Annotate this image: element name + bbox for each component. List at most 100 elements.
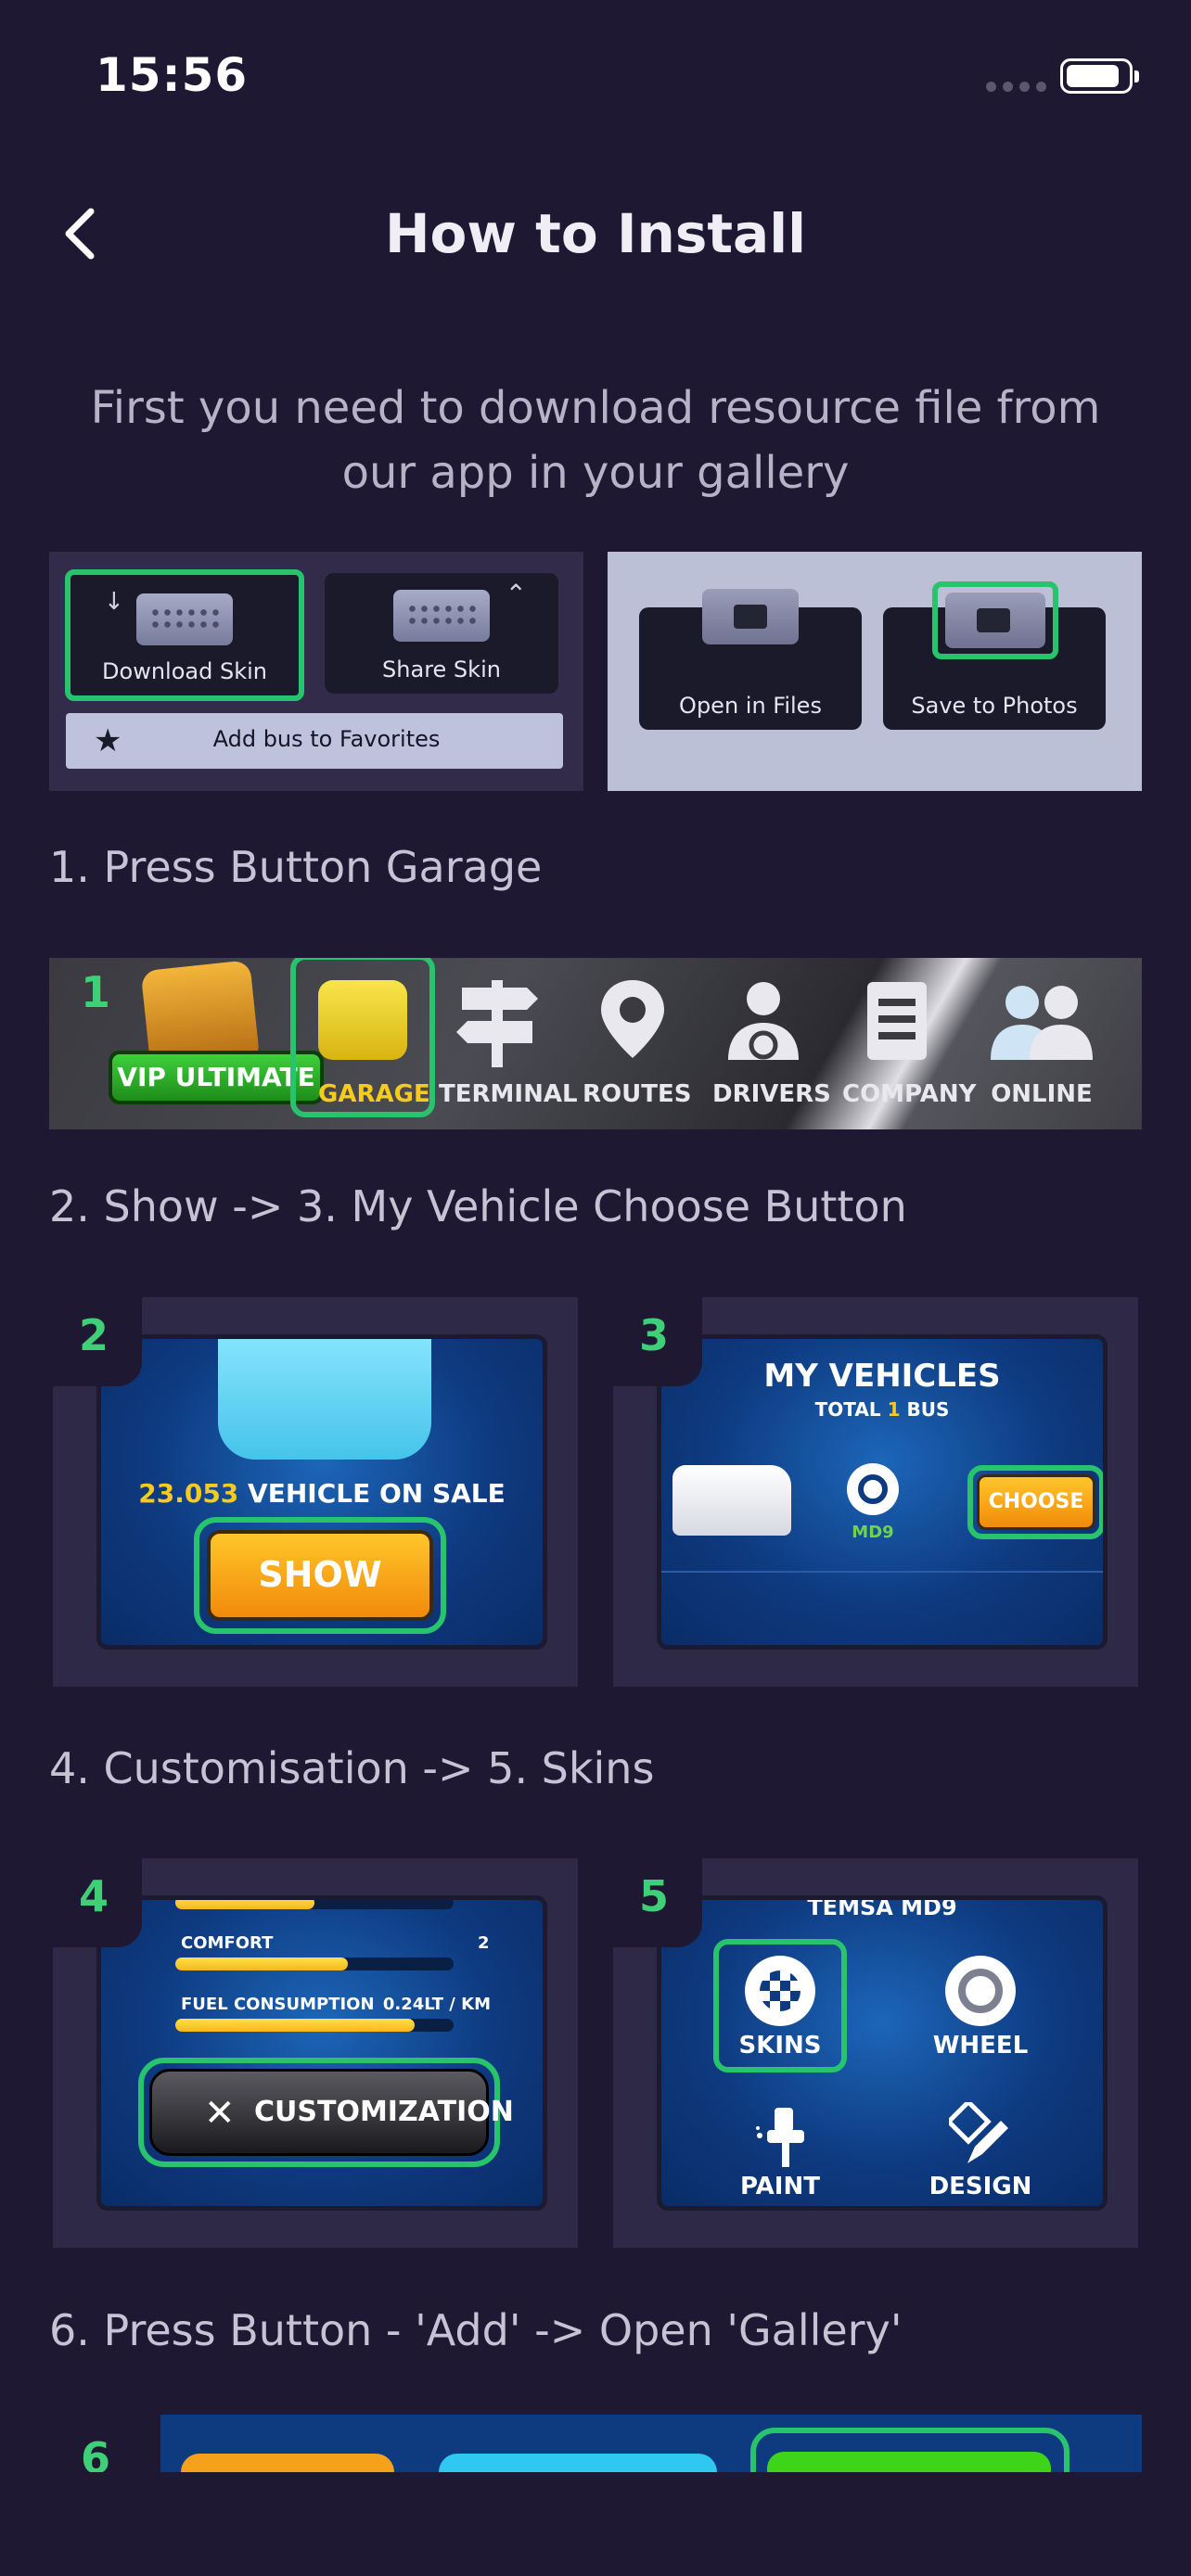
battery-icon bbox=[1060, 58, 1139, 94]
game-screen: 23.053 VEHICLE ON SALE SHOW bbox=[96, 1334, 547, 1650]
game-screen: MY VEHICLES TOTAL 1 BUS MD9 CHOOSE bbox=[657, 1334, 1108, 1650]
wheel-icon bbox=[945, 1956, 1016, 2026]
orange-button-graphic bbox=[181, 2454, 394, 2472]
blue-button-graphic bbox=[439, 2454, 717, 2472]
document-icon bbox=[852, 975, 941, 1067]
folder-icon bbox=[702, 589, 799, 644]
choose-button-image: MY VEHICLES TOTAL 1 BUS MD9 CHOOSE 3 bbox=[613, 1297, 1138, 1687]
total-suffix: BUS bbox=[906, 1398, 950, 1421]
skins-label: SKINS bbox=[738, 2032, 822, 2060]
online-label: ONLINE bbox=[991, 1080, 1093, 1108]
top-stat-bar bbox=[175, 1900, 454, 1909]
save-photos-highlight bbox=[932, 581, 1058, 659]
comfort-label: COMFORT bbox=[181, 1933, 274, 1953]
driver-icon bbox=[719, 975, 808, 1067]
total-prefix: TOTAL bbox=[814, 1398, 881, 1421]
users-icon bbox=[981, 975, 1102, 1067]
fuel-fill bbox=[175, 2019, 415, 2032]
fuel-label: FUEL CONSUMPTION bbox=[181, 1995, 375, 2014]
steering-wheel-icon bbox=[847, 1463, 899, 1515]
step-badge: 3 bbox=[613, 1297, 702, 1386]
model-label: MD9 bbox=[852, 1523, 894, 1542]
open-in-files-option: Open in Files bbox=[639, 589, 862, 730]
step-heading-3: 4. Customisation -> 5. Skins bbox=[49, 1743, 655, 1793]
spray-gun-icon bbox=[754, 2104, 812, 2169]
step-number: 4 bbox=[79, 1871, 109, 1921]
arrow-down-icon: ↓ bbox=[104, 588, 124, 616]
bus-icon bbox=[318, 980, 407, 1060]
step-number: 2 bbox=[79, 1310, 109, 1360]
step-heading-1: 1. Press Button Garage bbox=[49, 842, 543, 892]
routes-label: ROUTES bbox=[583, 1080, 692, 1108]
customization-button-image: COMFORT 2 FUEL CONSUMPTION 0.24LT / KM ✕… bbox=[53, 1858, 578, 2248]
comfort-value: 2 bbox=[478, 1933, 490, 1953]
bottom-fade bbox=[0, 2472, 1191, 2576]
vehicles-on-sale-text: 23.053 VEHICLE ON SALE bbox=[101, 1478, 543, 1509]
step-badge: 5 bbox=[613, 1858, 702, 1947]
tools-icon: ✕ bbox=[204, 2092, 236, 2135]
add-favorites-option: ★ Add bus to Favorites bbox=[66, 713, 563, 769]
bus-model-title: TEMSA MD9 bbox=[807, 1895, 957, 1920]
step-number: 6 bbox=[81, 2433, 111, 2472]
show-button-graphic: SHOW bbox=[207, 1530, 433, 1621]
choose-label: CHOOSE bbox=[988, 1490, 1084, 1513]
skins-button-image: TEMSA MD9 SKINS WHEEL PAINT DESIGN 5 bbox=[613, 1858, 1138, 2248]
share-skin-option: ⌃ Share Skin bbox=[325, 573, 558, 694]
fuel-value: 0.24LT / KM bbox=[382, 1995, 491, 2014]
step-badge: 4 bbox=[53, 1858, 142, 1947]
chevron-up-double-icon: ⌃ bbox=[505, 579, 527, 609]
show-label: SHOW bbox=[258, 1554, 382, 1595]
step-number: 3 bbox=[639, 1310, 670, 1360]
download-skin-option: ↓ Download Skin bbox=[65, 569, 304, 701]
save-options-image: Open in Files Save to Photos bbox=[608, 552, 1142, 791]
fuel-bar bbox=[175, 2019, 454, 2032]
company-label: COMPANY bbox=[842, 1080, 977, 1108]
comfort-fill bbox=[175, 1958, 348, 1970]
comfort-bar bbox=[175, 1958, 454, 1970]
game-screen: COMFORT 2 FUEL CONSUMPTION 0.24LT / KM ✕… bbox=[96, 1895, 547, 2211]
skins-icon bbox=[745, 1956, 815, 2026]
game-screen bbox=[160, 2415, 1142, 2472]
customization-button-graphic: ✕ CUSTOMIZATION bbox=[149, 2069, 514, 2156]
garage-menu-image: 1 VIP ULTIMATE GARAGE TERMINAL ROUTES DR… bbox=[49, 958, 1142, 1129]
sale-label: VEHICLE ON SALE bbox=[248, 1478, 506, 1509]
bus-skin-icon bbox=[393, 590, 490, 642]
status-time: 15:56 bbox=[96, 48, 249, 102]
intro-text: First you need to download resource file… bbox=[90, 382, 1101, 499]
drivers-label: DRIVERS bbox=[712, 1080, 831, 1108]
download-skin-label: Download Skin bbox=[102, 658, 267, 684]
step-number: 5 bbox=[639, 1871, 670, 1921]
total-bus-text: TOTAL 1 BUS bbox=[661, 1398, 1103, 1421]
step-heading-4: 6. Press Button - 'Add' -> Open 'Gallery… bbox=[49, 2305, 903, 2355]
divider bbox=[661, 1571, 1103, 1573]
step-number: 1 bbox=[81, 967, 111, 1017]
share-skin-label: Share Skin bbox=[382, 657, 501, 682]
photo-icon bbox=[945, 593, 1045, 648]
design-icon bbox=[945, 2098, 1014, 2169]
location-pin-icon bbox=[588, 975, 677, 1067]
save-to-photos-label: Save to Photos bbox=[911, 693, 1078, 719]
add-button-image: 6 bbox=[49, 2415, 1142, 2472]
share-options-image: ↓ Download Skin ⌃ Share Skin ★ Add bus t… bbox=[49, 552, 583, 791]
add-favorites-label: Add bus to Favorites bbox=[212, 726, 441, 752]
my-vehicles-title: MY VEHICLES bbox=[763, 1358, 1001, 1395]
design-label: DESIGN bbox=[928, 2173, 1032, 2200]
paint-label: PAINT bbox=[740, 2173, 820, 2200]
sale-count: 23.053 bbox=[138, 1478, 239, 1509]
choose-button-graphic: CHOOSE bbox=[977, 1474, 1095, 1530]
wheel-label: WHEEL bbox=[932, 2032, 1029, 2060]
signpost-icon bbox=[453, 975, 542, 1067]
show-button-image: 23.053 VEHICLE ON SALE SHOW 2 bbox=[53, 1297, 578, 1687]
open-in-files-label: Open in Files bbox=[679, 693, 822, 719]
game-screen: TEMSA MD9 SKINS WHEEL PAINT DESIGN bbox=[657, 1895, 1108, 2211]
step-heading-2: 2. Show -> 3. My Vehicle Choose Button bbox=[49, 1181, 907, 1231]
bus-thumbnail bbox=[672, 1465, 791, 1536]
garage-label: GARAGE bbox=[318, 1080, 430, 1108]
customization-label: CUSTOMIZATION bbox=[254, 2096, 514, 2128]
add-button-graphic bbox=[767, 2452, 1051, 2472]
step-badge: 2 bbox=[53, 1297, 142, 1386]
total-count: 1 bbox=[887, 1398, 901, 1421]
bus-front-image bbox=[218, 1339, 431, 1460]
bus-skin-icon bbox=[136, 593, 233, 645]
signal-icon bbox=[986, 82, 1046, 92]
